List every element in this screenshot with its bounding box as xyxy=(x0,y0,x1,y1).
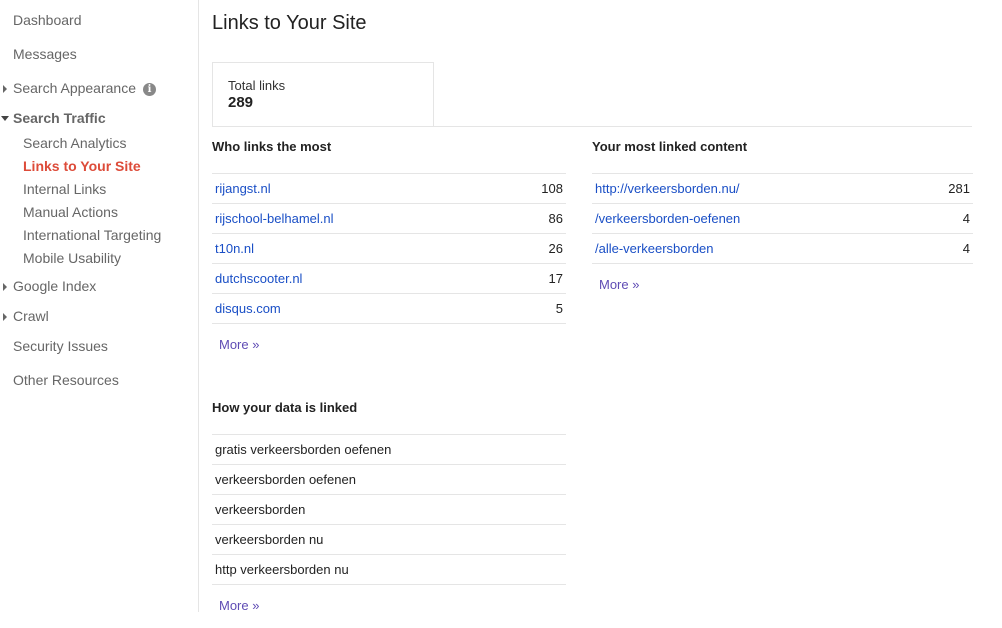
nav-international-targeting[interactable]: International Targeting xyxy=(23,227,161,243)
link-count: 17 xyxy=(548,271,563,286)
site-link[interactable]: disqus.com xyxy=(215,301,281,316)
table-row: gratis verkeersborden oefenen xyxy=(212,434,566,464)
table-row: disqus.com 5 xyxy=(212,293,566,324)
site-link[interactable]: t10n.nl xyxy=(215,241,254,256)
nav-messages[interactable]: Messages xyxy=(13,46,77,62)
anchor-text: verkeersborden oefenen xyxy=(215,472,356,487)
anchor-text: verkeersborden xyxy=(215,502,306,517)
most-linked-more-link[interactable]: More » xyxy=(599,277,639,292)
table-row: http://verkeersborden.nu/ 281 xyxy=(592,173,973,203)
page-link[interactable]: /verkeersborden-oefenen xyxy=(595,211,740,226)
total-links-card: Total links 289 xyxy=(212,62,434,127)
nav-manual-actions[interactable]: Manual Actions xyxy=(23,204,118,220)
who-links-title: Who links the most xyxy=(212,139,332,154)
table-row: rijangst.nl 108 xyxy=(212,173,566,203)
data-linked-table: gratis verkeersborden oefenen verkeersbo… xyxy=(212,434,566,585)
nav-search-analytics[interactable]: Search Analytics xyxy=(23,135,127,151)
nav-internal-links[interactable]: Internal Links xyxy=(23,181,106,197)
link-count: 26 xyxy=(548,241,563,256)
expand-caret-icon xyxy=(3,313,7,321)
table-row: t10n.nl 26 xyxy=(212,233,566,263)
who-links-table: rijangst.nl 108 rijschool-belhamel.nl 86… xyxy=(212,173,566,324)
anchor-text: http verkeersborden nu xyxy=(215,562,349,577)
site-link[interactable]: rijschool-belhamel.nl xyxy=(215,211,334,226)
link-count: 4 xyxy=(962,211,970,226)
expand-caret-icon xyxy=(3,85,7,93)
nav-other-resources[interactable]: Other Resources xyxy=(13,372,119,388)
expand-caret-icon xyxy=(3,283,7,291)
nav-search-traffic[interactable]: Search Traffic xyxy=(1,110,106,126)
site-link[interactable]: rijangst.nl xyxy=(215,181,271,196)
nav-crawl[interactable]: Crawl xyxy=(3,308,49,324)
table-row: dutchscooter.nl 17 xyxy=(212,263,566,293)
link-count: 108 xyxy=(541,181,563,196)
nav-google-index[interactable]: Google Index xyxy=(3,278,97,294)
link-count: 4 xyxy=(962,241,970,256)
table-row: http verkeersborden nu xyxy=(212,554,566,585)
data-linked-title: How your data is linked xyxy=(212,400,358,415)
link-count: 281 xyxy=(948,181,970,196)
nav-dashboard[interactable]: Dashboard xyxy=(13,12,82,28)
nav-search-appearance-label: Search Appearance xyxy=(13,80,136,96)
page-title: Links to Your Site xyxy=(212,12,367,34)
anchor-text: verkeersborden nu xyxy=(215,532,324,547)
table-row: /alle-verkeersborden 4 xyxy=(592,233,973,264)
most-linked-title: Your most linked content xyxy=(592,139,748,154)
page-link[interactable]: /alle-verkeersborden xyxy=(595,241,714,256)
nav-security-issues[interactable]: Security Issues xyxy=(13,338,108,354)
who-links-more-link[interactable]: More » xyxy=(219,337,259,352)
nav-search-appearance[interactable]: Search Appearance i xyxy=(3,80,156,96)
data-linked-more-link[interactable]: More » xyxy=(219,598,259,613)
link-count: 86 xyxy=(548,211,563,226)
anchor-text: gratis verkeersborden oefenen xyxy=(215,442,392,457)
total-links-label: Total links xyxy=(228,78,286,93)
nav-search-traffic-label: Search Traffic xyxy=(13,110,106,126)
table-row: verkeersborden xyxy=(212,494,566,524)
nav-mobile-usability[interactable]: Mobile Usability xyxy=(23,250,121,266)
nav-google-index-label: Google Index xyxy=(13,278,97,294)
table-row: verkeersborden oefenen xyxy=(212,464,566,494)
sidebar-nav: Dashboard Messages Search Appearance i Se… xyxy=(0,0,199,612)
site-link[interactable]: dutchscooter.nl xyxy=(215,271,302,286)
collapse-caret-icon xyxy=(1,116,9,121)
most-linked-table: http://verkeersborden.nu/ 281 /verkeersb… xyxy=(592,173,973,264)
link-count: 5 xyxy=(555,301,563,316)
nav-links-to-your-site[interactable]: Links to Your Site xyxy=(23,158,141,174)
total-links-value: 289 xyxy=(228,94,254,111)
table-row: rijschool-belhamel.nl 86 xyxy=(212,203,566,233)
table-row: verkeersborden nu xyxy=(212,524,566,554)
divider xyxy=(212,126,972,127)
info-icon[interactable]: i xyxy=(142,83,156,96)
table-row: /verkeersborden-oefenen 4 xyxy=(592,203,973,233)
page-link[interactable]: http://verkeersborden.nu/ xyxy=(595,181,740,196)
nav-crawl-label: Crawl xyxy=(13,308,49,324)
